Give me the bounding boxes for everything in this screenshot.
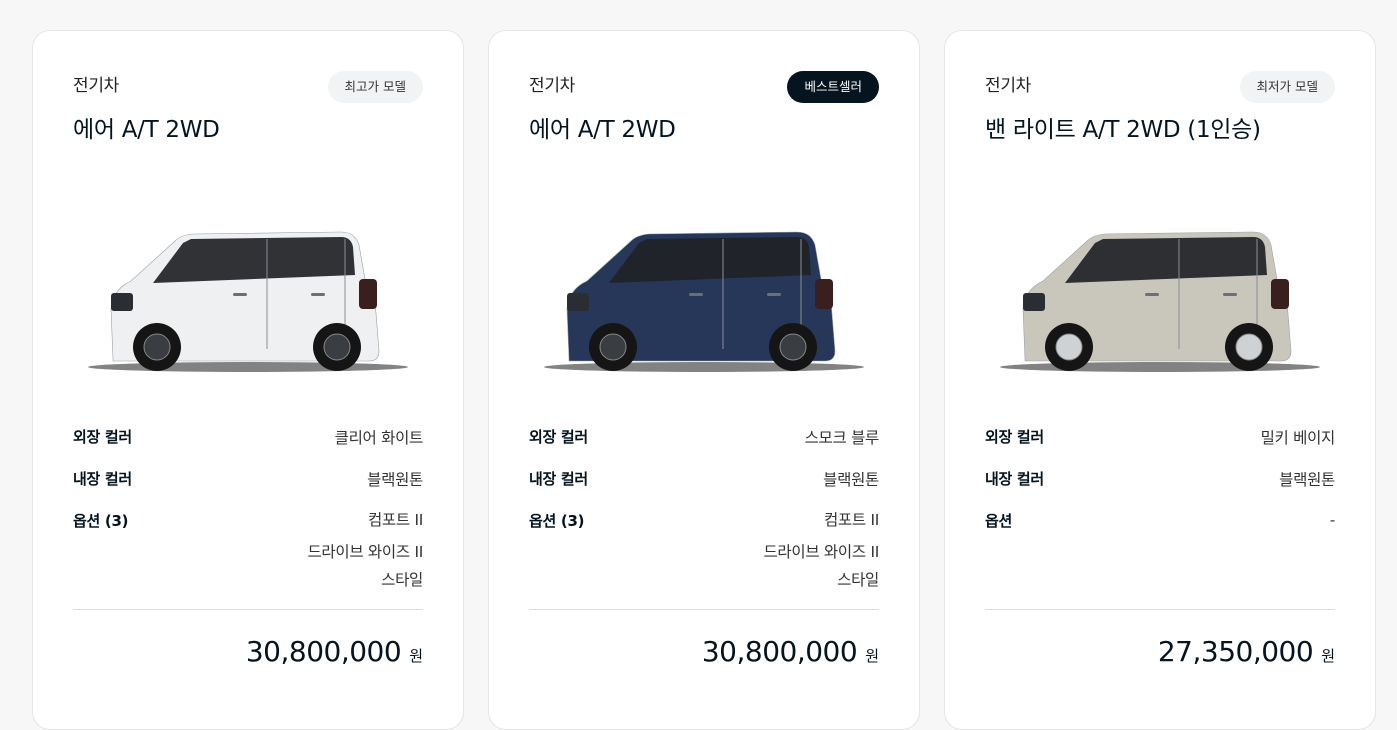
badge: 최저가 모델	[1239, 71, 1335, 103]
spec-value: 클리어 화이트	[334, 429, 424, 447]
option-list: 컴포트 II 드라이브 와이즈 II 스타일	[307, 510, 423, 594]
price-unit: 원	[409, 647, 423, 665]
spec-label: 내장 컬러	[985, 470, 1044, 488]
divider	[529, 609, 879, 610]
spec-label: 내장 컬러	[73, 470, 132, 488]
option-item: -	[1329, 511, 1336, 529]
car-illustration	[88, 231, 408, 372]
spec-row-exterior: 외장 컬러 클리어 화이트	[73, 426, 423, 448]
price-unit: 원	[1321, 647, 1335, 665]
trim-card-highest[interactable]: 전기차 에어 A/T 2WD 최고가 모델 외장 컬러 클리어 화이트 내장 컬…	[32, 30, 464, 730]
spec-row-options: 옵션 (3) 컴포트 II 드라이브 와이즈 II 스타일	[529, 510, 879, 594]
spec-label: 내장 컬러	[529, 470, 588, 488]
option-item: 스타일	[381, 571, 423, 589]
price-unit: 원	[865, 647, 879, 665]
spec-value: 블랙원톤	[1279, 471, 1335, 489]
model-name: 에어 A/T 2WD	[73, 117, 220, 143]
option-item: 컴포트 II	[367, 511, 423, 529]
badge: 베스트셀러	[787, 71, 879, 103]
car-image	[73, 141, 423, 426]
spec-row-interior: 내장 컬러 블랙원톤	[985, 468, 1335, 490]
price: 30,800,000 원	[246, 635, 423, 668]
spec-row-exterior: 외장 컬러 스모크 블루	[529, 426, 879, 448]
spec-value: 밀키 베이지	[1260, 429, 1336, 447]
spec-row-exterior: 외장 컬러 밀키 베이지	[985, 426, 1335, 448]
spec-list: 외장 컬러 밀키 베이지 내장 컬러 블랙원톤 옵션 -	[985, 426, 1335, 538]
spec-row-interior: 내장 컬러 블랙원톤	[73, 468, 423, 490]
divider	[73, 609, 423, 610]
car-illustration	[1000, 231, 1320, 372]
spec-label: 옵션 (3)	[529, 512, 585, 530]
card-header: 전기차 에어 A/T 2WD 베스트셀러	[529, 71, 879, 143]
option-item: 드라이브 와이즈 II	[307, 543, 423, 561]
badge: 최고가 모델	[327, 71, 423, 103]
price: 30,800,000 원	[702, 635, 879, 668]
model-name: 밴 라이트 A/T 2WD (1인승)	[985, 117, 1261, 143]
trim-card-list: 전기차 에어 A/T 2WD 최고가 모델 외장 컬러 클리어 화이트 내장 컬…	[32, 30, 1376, 730]
spec-label: 외장 컬러	[73, 428, 132, 446]
spec-value: 블랙원톤	[367, 471, 423, 489]
trim-card-lowest[interactable]: 전기차 밴 라이트 A/T 2WD (1인승) 최저가 모델 외장 컬러 밀키 …	[944, 30, 1376, 730]
spec-label: 옵션 (3)	[73, 512, 129, 530]
spec-value: 블랙원톤	[823, 471, 879, 489]
price-amount: 27,350,000	[1157, 635, 1314, 668]
spec-label: 외장 컬러	[529, 428, 588, 446]
spec-value: 스모크 블루	[804, 429, 880, 447]
option-list: 컴포트 II 드라이브 와이즈 II 스타일	[763, 510, 879, 594]
option-list: -	[1329, 510, 1336, 538]
option-item: 컴포트 II	[823, 511, 879, 529]
car-image	[529, 141, 879, 426]
card-header: 전기차 에어 A/T 2WD 최고가 모델	[73, 71, 423, 143]
price-amount: 30,800,000	[245, 635, 402, 668]
option-item: 드라이브 와이즈 II	[763, 543, 879, 561]
spec-label: 옵션	[985, 512, 1013, 530]
trim-card-bestseller[interactable]: 전기차 에어 A/T 2WD 베스트셀러 외장 컬러 스모크 블루 내장 컬러	[488, 30, 920, 730]
spec-row-options: 옵션 -	[985, 510, 1335, 538]
car-image	[985, 141, 1335, 426]
card-header: 전기차 밴 라이트 A/T 2WD (1인승) 최저가 모델	[985, 71, 1335, 143]
spec-row-options: 옵션 (3) 컴포트 II 드라이브 와이즈 II 스타일	[73, 510, 423, 594]
car-illustration	[544, 231, 864, 372]
spec-list: 외장 컬러 클리어 화이트 내장 컬러 블랙원톤 옵션 (3) 컴포트 II 드…	[73, 426, 423, 594]
spec-list: 외장 컬러 스모크 블루 내장 컬러 블랙원톤 옵션 (3) 컴포트 II 드라…	[529, 426, 879, 594]
model-name: 에어 A/T 2WD	[529, 117, 676, 143]
option-item: 스타일	[837, 571, 879, 589]
divider	[985, 609, 1335, 610]
price: 27,350,000 원	[1158, 635, 1335, 668]
spec-row-interior: 내장 컬러 블랙원톤	[529, 468, 879, 490]
price-amount: 30,800,000	[701, 635, 858, 668]
spec-label: 외장 컬러	[985, 428, 1044, 446]
